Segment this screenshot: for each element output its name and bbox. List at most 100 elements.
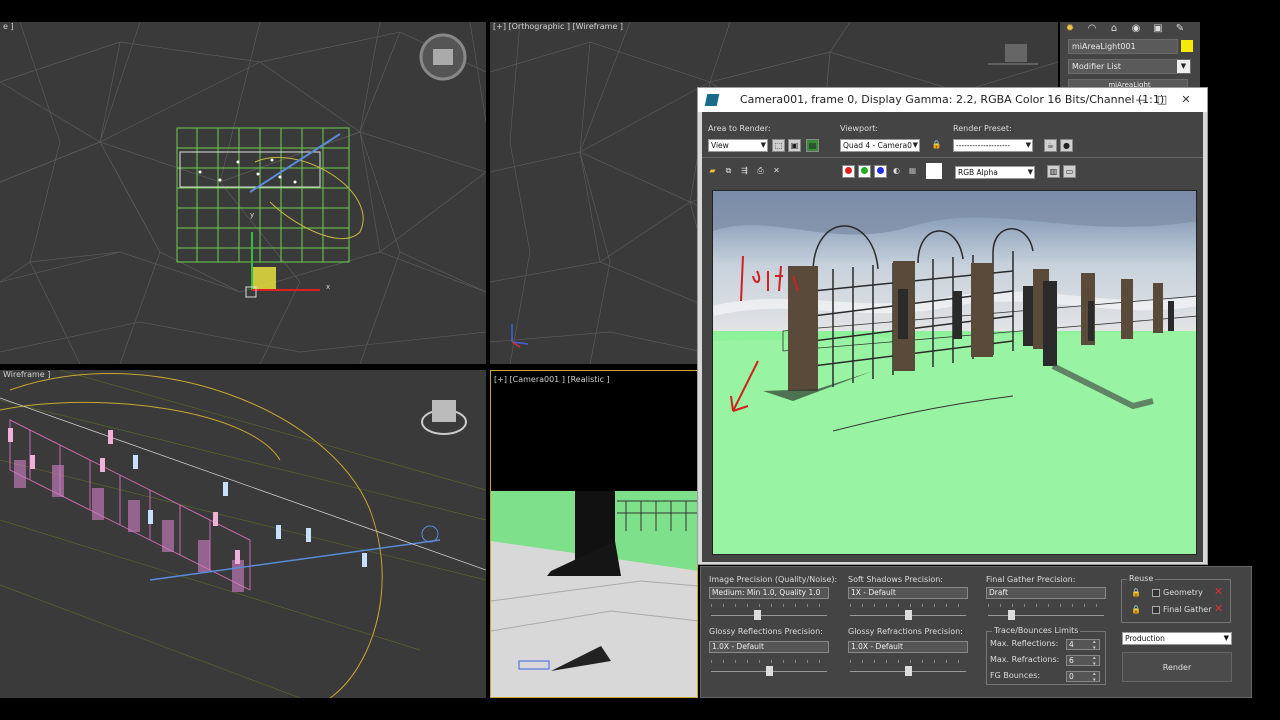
toggle-ui-icon[interactable]: ▭: [1063, 165, 1076, 178]
channel-display-value: RGB Alpha: [958, 168, 998, 177]
save-image-icon[interactable]: ▤: [806, 139, 819, 152]
color-swatch[interactable]: [926, 163, 942, 179]
viewport-bottom-left[interactable]: Wireframe ]: [0, 370, 486, 698]
slider-ticks: [850, 604, 966, 607]
glossy-reflections-slider[interactable]: [711, 660, 827, 677]
slider-thumb[interactable]: [1008, 610, 1016, 620]
final-gather-reuse-label: Final Gather: [1163, 605, 1212, 614]
maximize-icon[interactable]: □: [1153, 92, 1171, 108]
image-precision-slider[interactable]: [711, 604, 827, 621]
render-window-title-text: Camera001, frame 0, Display Gamma: 2.2, …: [740, 93, 1165, 106]
axis-x-label: x: [326, 283, 330, 291]
production-preset-value: Production: [1125, 634, 1165, 643]
final-gather-precision-field[interactable]: Draft: [986, 587, 1106, 599]
reuse-label: Reuse: [1127, 574, 1156, 583]
geometry-checkbox[interactable]: [1152, 589, 1160, 597]
lock-icon[interactable]: 🔒: [1131, 605, 1141, 614]
viewport-label-bottom-right[interactable]: [+] [Camera001 ] [Realistic ]: [494, 375, 610, 384]
save-icon[interactable]: ▰: [706, 165, 719, 178]
render-preset-value: --------------------: [956, 141, 1011, 150]
soft-shadows-field[interactable]: 1X - Default: [848, 587, 968, 599]
channel-display-dropdown[interactable]: RGB Alpha ▼: [955, 166, 1035, 179]
alpha-channel-icon[interactable]: ◐: [890, 165, 903, 178]
soft-shadows-slider[interactable]: [850, 604, 966, 621]
soft-shadows-label: Soft Shadows Precision:: [848, 575, 943, 584]
viewport-value: Quad 4 - Camera0: [843, 141, 912, 150]
modifier-list-dropdown[interactable]: Modifier List ▼: [1068, 59, 1191, 74]
slider-thumb[interactable]: [905, 666, 912, 676]
auto-region-icon[interactable]: ▣: [788, 139, 801, 152]
chevron-down-icon: ▼: [1177, 60, 1190, 73]
slider-ticks: [850, 660, 966, 663]
area-to-render-dropdown[interactable]: View ▼: [708, 139, 768, 152]
object-name-field[interactable]: miAreaLight001: [1068, 39, 1178, 54]
viewport-top-left[interactable]: x y e ]: [0, 22, 486, 364]
camera-realistic-view: [491, 491, 697, 697]
clear-icon[interactable]: ✕: [770, 165, 783, 178]
slider-ticks: [988, 604, 1104, 607]
clear-final-gather-icon[interactable]: ✕: [1214, 603, 1223, 614]
hierarchy-icon[interactable]: ⌂: [1106, 22, 1122, 36]
render-preset-dropdown[interactable]: -------------------- ▼: [953, 139, 1033, 152]
create-icon[interactable]: ✹: [1062, 22, 1078, 36]
render-button[interactable]: Render: [1122, 652, 1232, 682]
light-grid: [176, 127, 350, 263]
final-gather-slider[interactable]: [988, 604, 1104, 621]
blue-channel-icon[interactable]: [874, 165, 887, 178]
wireframe-geosphere-top: x y: [0, 22, 486, 364]
render-setup-icon[interactable]: ☕: [1044, 139, 1057, 152]
slider-ticks: [711, 604, 827, 607]
glossy-refractions-slider[interactable]: [850, 660, 966, 677]
slider-thumb[interactable]: [754, 610, 762, 620]
glossy-reflections-label: Glossy Reflections Precision:: [709, 627, 823, 636]
utilities-icon[interactable]: ✎: [1172, 22, 1188, 36]
slider-ticks: [711, 660, 827, 663]
viewport-bottom-right[interactable]: [+] [Camera001 ] [Realistic ]: [490, 370, 698, 698]
viewport-label: Viewport:: [840, 124, 879, 133]
rendered-image: light: [712, 190, 1197, 555]
environment-effects-icon[interactable]: ●: [1060, 139, 1073, 152]
modify-icon[interactable]: ◠: [1084, 22, 1100, 36]
viewport-label-top-left[interactable]: e ]: [3, 22, 14, 31]
max-refractions-label: Max. Refractions:: [990, 655, 1060, 664]
motion-icon[interactable]: ◉: [1128, 22, 1144, 36]
slider-thumb[interactable]: [766, 666, 773, 676]
final-gather-checkbox[interactable]: [1152, 606, 1160, 614]
edit-region-icon[interactable]: ⬚: [772, 139, 785, 152]
area-to-render-label: Area to Render:: [708, 124, 771, 133]
fg-bounces-spinner[interactable]: 0: [1066, 671, 1100, 683]
clone-icon[interactable]: ⇶: [738, 165, 751, 178]
slider-track: [988, 615, 1104, 616]
display-icon[interactable]: ▣: [1150, 22, 1166, 36]
slider-thumb[interactable]: [905, 610, 912, 620]
green-channel-icon[interactable]: [858, 165, 871, 178]
max-reflections-spinner[interactable]: 4: [1066, 639, 1100, 651]
clear-geometry-icon[interactable]: ✕: [1214, 586, 1223, 597]
chevron-down-icon: ▼: [912, 141, 918, 149]
lock-icon[interactable]: 🔒: [930, 139, 943, 152]
chevron-down-icon: ▼: [1027, 168, 1033, 176]
copy-icon[interactable]: ⧉: [722, 165, 735, 178]
command-panel: ✹ ◠ ⌂ ◉ ▣ ✎ miAreaLight001 Modifier List…: [1060, 22, 1200, 97]
app-logo-icon: [704, 94, 720, 106]
viewport-label-top-right[interactable]: [+] [Orthographic ] [Wireframe ]: [493, 22, 623, 31]
glossy-reflections-field[interactable]: 1.0X - Default: [709, 641, 829, 653]
close-icon[interactable]: ✕: [1177, 92, 1195, 108]
max-reflections-label: Max. Reflections:: [990, 639, 1059, 648]
render-window-title: Camera001, frame 0, Display Gamma: 2.2, …: [698, 88, 1207, 112]
print-icon[interactable]: ⎙: [754, 165, 767, 178]
lock-icon[interactable]: 🔒: [1131, 588, 1141, 597]
object-color-swatch[interactable]: [1181, 40, 1193, 52]
monochrome-icon[interactable]: ▦: [906, 165, 919, 178]
image-precision-field[interactable]: Medium: Min 1.0, Quality 1.0: [709, 587, 829, 599]
production-preset-dropdown[interactable]: Production ▼: [1122, 632, 1232, 645]
max-refractions-spinner[interactable]: 6: [1066, 655, 1100, 667]
viewport-dropdown[interactable]: Quad 4 - Camera0 ▼: [840, 139, 920, 152]
viewport-label-bottom-left[interactable]: Wireframe ]: [3, 370, 50, 379]
glossy-refractions-field[interactable]: 1.0X - Default: [848, 641, 968, 653]
minimize-icon[interactable]: —: [1132, 92, 1150, 108]
toggle-ui-overlay-icon[interactable]: ▥: [1047, 165, 1060, 178]
area-to-render-value: View: [711, 141, 729, 150]
fg-bounces-label: FG Bounces:: [990, 671, 1041, 680]
red-channel-icon[interactable]: [842, 165, 855, 178]
